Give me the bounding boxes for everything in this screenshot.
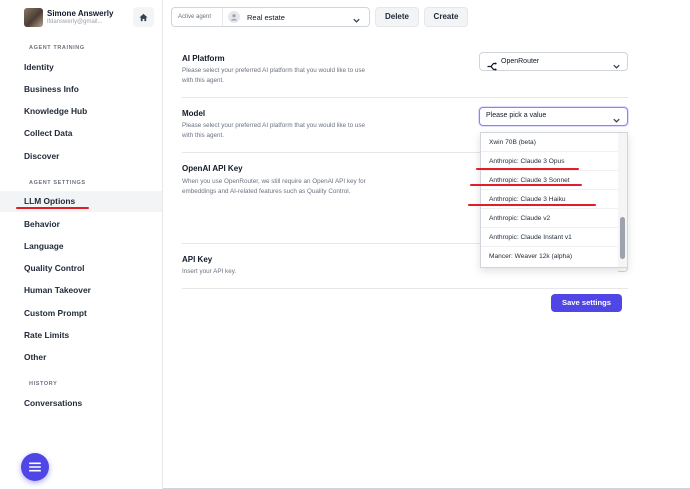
create-button[interactable]: Create <box>424 7 468 27</box>
api-key-desc: Insert your API key. <box>182 268 237 275</box>
model-desc: Please select your preferred AI platform… <box>182 122 366 140</box>
home-button[interactable] <box>133 7 154 27</box>
sidebar: Simone Answerly lfdanswerly@gmail... Age… <box>0 0 163 489</box>
sidebar-item-collect-data[interactable]: Collect Data <box>0 123 162 144</box>
annotation-underline <box>468 204 596 206</box>
model-option[interactable]: Anthropic: Claude Instant v1 <box>481 228 619 247</box>
home-icon <box>139 13 148 21</box>
model-option[interactable]: Anthropic: Claude 3 Haiku <box>481 190 619 209</box>
menu-icon <box>29 462 41 472</box>
chevron-down-icon <box>352 12 361 30</box>
divider <box>182 97 628 98</box>
model-title: Model <box>182 109 206 118</box>
section-agent-settings: Agent Settings <box>29 180 86 186</box>
active-agent-select[interactable]: Active agent Real estate <box>171 7 370 27</box>
sidebar-item-behavior[interactable]: Behavior <box>0 214 162 235</box>
sidebar-item-other[interactable]: Other <box>0 347 162 368</box>
sidebar-item-custom-prompt[interactable]: Custom Prompt <box>0 303 162 324</box>
sidebar-item-language[interactable]: Language <box>0 236 162 257</box>
profile[interactable]: Simone Answerly lfdanswerly@gmail... <box>0 0 163 34</box>
profile-email: lfdanswerly@gmail... <box>47 19 103 25</box>
sidebar-item-conversations[interactable]: Conversations <box>0 393 162 414</box>
annotation-underline <box>16 207 89 209</box>
ai-platform-desc: Please select your preferred AI platform… <box>182 67 366 85</box>
app-root: Simone Answerly lfdanswerly@gmail... Age… <box>0 0 690 489</box>
sidebar-item-quality-control[interactable]: Quality Control <box>0 258 162 279</box>
avatar <box>24 8 43 27</box>
model-placeholder: Please pick a value <box>486 112 547 119</box>
sidebar-item-discover[interactable]: Discover <box>0 146 162 167</box>
menu-fab-button[interactable] <box>21 453 49 481</box>
section-agent-training: Agent Training <box>29 45 85 51</box>
router-icon <box>487 58 497 76</box>
ai-platform-select[interactable]: OpenRouter <box>479 52 628 71</box>
active-agent-label: Active agent <box>178 14 212 20</box>
agent-avatar-icon <box>228 11 240 23</box>
sidebar-item-identity[interactable]: Identity <box>0 57 162 78</box>
dropdown-scrollbar-thumb[interactable] <box>620 217 625 259</box>
ai-platform-value: OpenRouter <box>501 58 540 65</box>
openai-key-title: OpenAI API Key <box>182 164 243 173</box>
chevron-down-icon <box>612 112 621 130</box>
ai-platform-title: AI Platform <box>182 54 225 63</box>
active-agent-value: Real estate <box>247 13 285 22</box>
sidebar-item-knowledge-hub[interactable]: Knowledge Hub <box>0 101 162 122</box>
annotation-underline <box>476 168 579 170</box>
openai-key-desc: When you use OpenRouter, we still requir… <box>182 178 366 196</box>
chevron-down-icon <box>612 58 621 76</box>
sidebar-item-business-info[interactable]: Business Info <box>0 79 162 100</box>
model-select[interactable]: Please pick a value <box>479 107 628 126</box>
divider <box>182 288 628 289</box>
model-option[interactable]: Xwin 70B (beta) <box>481 133 619 152</box>
model-option[interactable]: Anthropic: Claude v2 <box>481 209 619 228</box>
divider <box>222 8 223 26</box>
save-settings-button[interactable]: Save settings <box>551 294 622 312</box>
sidebar-item-rate-limits[interactable]: Rate Limits <box>0 325 162 346</box>
model-option[interactable]: Mancer: Weaver 12k (alpha) <box>481 247 619 266</box>
api-key-title: API Key <box>182 255 213 264</box>
delete-button[interactable]: Delete <box>375 7 419 27</box>
annotation-underline <box>470 184 582 186</box>
model-option[interactable]: Anthropic: Claude 3 Sonnet <box>481 171 619 190</box>
sidebar-item-human-takeover[interactable]: Human Takeover <box>0 280 162 301</box>
section-history: History <box>29 381 58 387</box>
profile-name: Simone Answerly <box>47 9 114 18</box>
model-dropdown[interactable]: Xwin 70B (beta) Anthropic: Claude 3 Opus… <box>480 132 628 268</box>
